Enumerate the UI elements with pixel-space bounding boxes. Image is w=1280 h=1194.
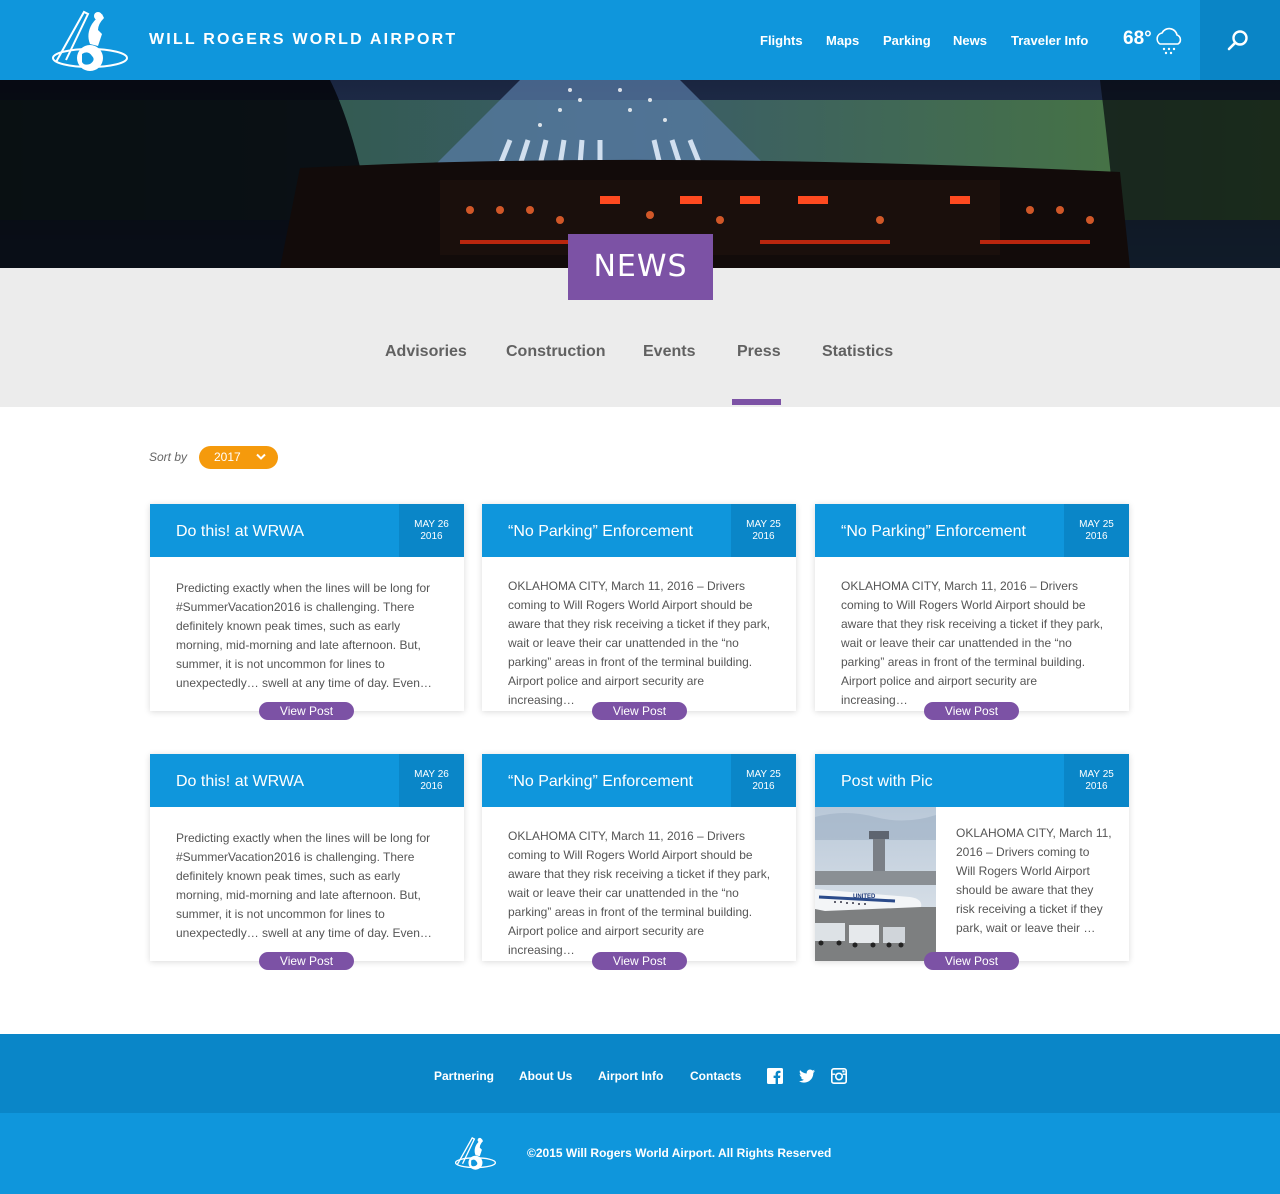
twitter-icon[interactable] — [799, 1068, 815, 1084]
card-header: “No Parking” Enforcement MAY 25 2016 — [482, 754, 796, 807]
sort-label: Sort by — [149, 450, 188, 464]
footer-link-contacts[interactable]: Contacts — [690, 1069, 741, 1083]
site-header: WILL ROGERS WORLD AIRPORT Flights Maps P… — [0, 0, 1280, 80]
card-title[interactable]: Do this! at WRWA — [176, 773, 304, 791]
card-date-year: 2016 — [752, 781, 775, 792]
card-header: Do this! at WRWA MAY 26 2016 — [150, 754, 464, 807]
card-date: MAY 25 2016 — [1064, 504, 1129, 557]
card-date-day: MAY 26 — [414, 519, 449, 530]
card-date-day: MAY 25 — [746, 519, 781, 530]
airplane-photo: UNITED — [815, 807, 936, 961]
page-title: NEWS — [568, 234, 713, 300]
snow-cloud-icon — [1156, 27, 1182, 55]
sort-year-value: 2017 — [214, 450, 241, 464]
card-title[interactable]: Post with Pic — [841, 773, 933, 791]
tab-press[interactable]: Press — [737, 343, 781, 361]
search-button[interactable] — [1200, 0, 1280, 80]
card-date: MAY 26 2016 — [399, 754, 464, 807]
news-card[interactable]: Do this! at WRWA MAY 26 2016 Predicting e… — [150, 754, 464, 970]
nav-news[interactable]: News — [953, 33, 987, 48]
card-date-year: 2016 — [420, 781, 443, 792]
card-excerpt: OKLAHOMA CITY, March 11, 2016 – Drivers … — [841, 579, 1104, 707]
tab-construction[interactable]: Construction — [506, 343, 606, 361]
card-date: MAY 26 2016 — [399, 504, 464, 557]
view-post-button[interactable]: View Post — [592, 952, 687, 970]
footer-nav: Partnering About Us Airport Info Contact… — [0, 1034, 1280, 1113]
chevron-down-icon — [256, 453, 266, 460]
card-header: “No Parking” Enforcement MAY 25 2016 — [482, 504, 796, 557]
news-card[interactable]: “No Parking” Enforcement MAY 25 2016 OKLA… — [482, 754, 796, 970]
card-date: MAY 25 2016 — [731, 504, 796, 557]
news-card[interactable]: Post with Pic MAY 25 2016 UNITED OKLAHOM… — [815, 754, 1129, 970]
card-excerpt: Predicting exactly when the lines will b… — [176, 581, 432, 690]
footer-bottom: ©2015 Will Rogers World Airport. All Rig… — [0, 1113, 1280, 1194]
card-date-year: 2016 — [752, 531, 775, 542]
nav-traveler-info[interactable]: Traveler Info — [1011, 33, 1088, 48]
card-date-day: MAY 25 — [1079, 519, 1114, 530]
card-title[interactable]: Do this! at WRWA — [176, 523, 304, 541]
view-post-button[interactable]: View Post — [924, 952, 1019, 970]
card-excerpt: OKLAHOMA CITY, March 11, 2016 – Drivers … — [508, 829, 771, 957]
card-title[interactable]: “No Parking” Enforcement — [508, 773, 693, 791]
card-header: “No Parking” Enforcement MAY 25 2016 — [815, 504, 1129, 557]
card-date: MAY 25 2016 — [731, 754, 796, 807]
card-date-year: 2016 — [1085, 781, 1108, 792]
card-date-day: MAY 25 — [1079, 769, 1114, 780]
footer-link-about-us[interactable]: About Us — [519, 1069, 572, 1083]
footer-link-partnering[interactable]: Partnering — [434, 1069, 494, 1083]
copyright-text: ©2015 Will Rogers World Airport. All Rig… — [527, 1146, 832, 1160]
card-date-day: MAY 25 — [746, 769, 781, 780]
tab-statistics[interactable]: Statistics — [822, 343, 893, 361]
card-header: Post with Pic MAY 25 2016 — [815, 754, 1129, 807]
nav-maps[interactable]: Maps — [826, 33, 859, 48]
instagram-icon[interactable] — [831, 1068, 847, 1084]
sort-year-dropdown[interactable]: 2017 — [199, 446, 278, 469]
tab-events[interactable]: Events — [643, 343, 695, 361]
nav-parking[interactable]: Parking — [883, 33, 931, 48]
card-excerpt: OKLAHOMA CITY, March 11, 2016 – Drivers … — [508, 579, 771, 707]
card-date-year: 2016 — [420, 531, 443, 542]
site-title[interactable]: WILL ROGERS WORLD AIRPORT — [149, 31, 457, 49]
news-card[interactable]: “No Parking” Enforcement MAY 25 2016 OKLA… — [482, 504, 796, 720]
footer-link-airport-info[interactable]: Airport Info — [598, 1069, 663, 1083]
post-image[interactable]: UNITED — [815, 807, 936, 961]
card-header: Do this! at WRWA MAY 26 2016 — [150, 504, 464, 557]
view-post-button[interactable]: View Post — [924, 702, 1019, 720]
news-card[interactable]: “No Parking” Enforcement MAY 25 2016 OKLA… — [815, 504, 1129, 720]
card-date: MAY 25 2016 — [1064, 754, 1129, 807]
facebook-icon[interactable] — [767, 1068, 783, 1084]
active-tab-indicator — [732, 399, 781, 405]
card-date-year: 2016 — [1085, 531, 1108, 542]
card-excerpt: OKLAHOMA CITY, March 11, 2016 – Drivers … — [956, 826, 1112, 935]
view-post-button[interactable]: View Post — [592, 702, 687, 720]
search-icon — [1227, 30, 1248, 51]
view-post-button[interactable]: View Post — [259, 702, 354, 720]
weather-temperature: 68° — [1123, 28, 1152, 49]
view-post-button[interactable]: View Post — [259, 952, 354, 970]
svg-text:UNITED: UNITED — [853, 894, 876, 900]
card-title[interactable]: “No Parking” Enforcement — [841, 523, 1026, 541]
card-title[interactable]: “No Parking” Enforcement — [508, 523, 693, 541]
airport-logo[interactable] — [52, 6, 130, 74]
card-date-day: MAY 26 — [414, 769, 449, 780]
tab-advisories[interactable]: Advisories — [385, 343, 467, 361]
news-card[interactable]: Do this! at WRWA MAY 26 2016 Predicting e… — [150, 504, 464, 720]
airport-logo[interactable] — [455, 1131, 497, 1175]
card-excerpt: Predicting exactly when the lines will b… — [176, 831, 432, 940]
nav-flights[interactable]: Flights — [760, 33, 803, 48]
